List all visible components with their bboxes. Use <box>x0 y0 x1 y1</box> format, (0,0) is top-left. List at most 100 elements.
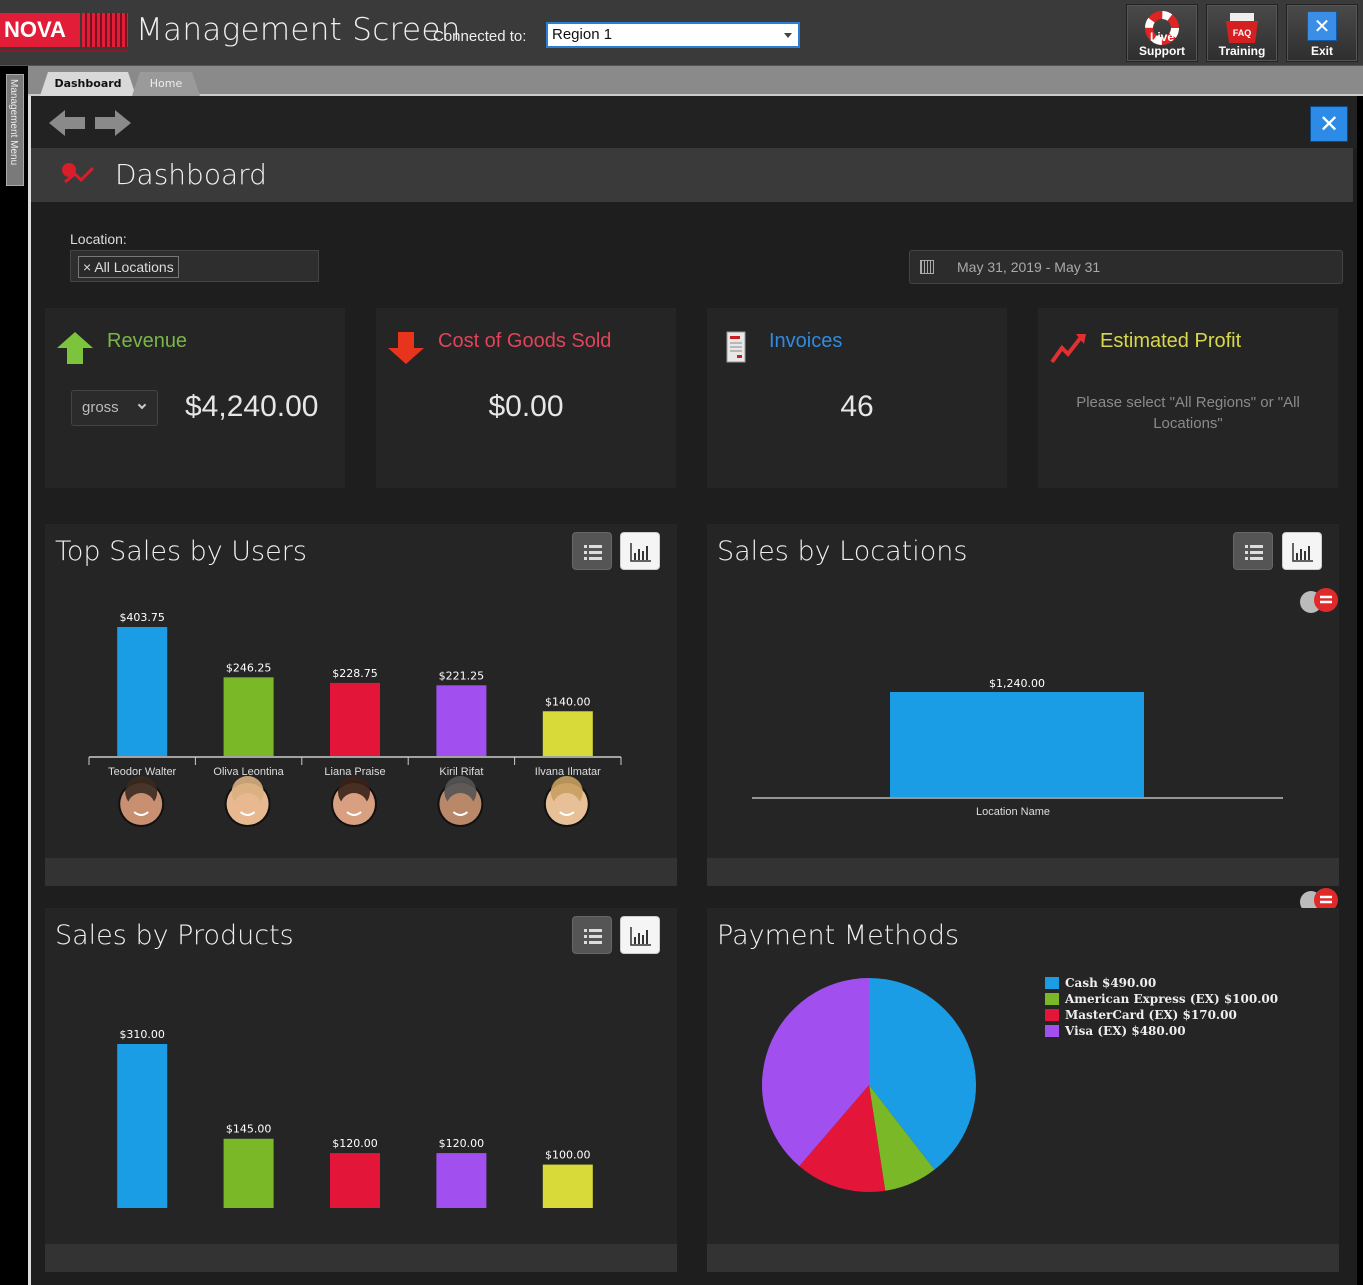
legend-label: MasterCard (EX) $170.00 <box>1065 1008 1237 1022</box>
data-label: $140.00 <box>545 695 591 708</box>
svg-text:FAQ: FAQ <box>1233 28 1252 38</box>
x-axis-label: Location Name <box>976 806 1050 818</box>
avatar <box>118 776 165 827</box>
close-dashboard-button[interactable]: ✕ <box>1310 106 1348 142</box>
avatar <box>543 776 590 827</box>
legend-swatch <box>1045 1009 1059 1021</box>
data-label: $403.75 <box>119 611 165 624</box>
tab-strip: Dashboard Home <box>28 66 1363 96</box>
title-bar: Dashboard <box>31 148 1353 202</box>
data-label: $120.00 <box>332 1137 378 1150</box>
payment-methods-pie-chart: Cash $490.00 American Express (EX) $100.0… <box>762 976 1278 1192</box>
kpi-invoices: Invoices 46 <box>707 308 1007 488</box>
legend-label: Cash $490.00 <box>1065 976 1156 990</box>
kpi-value: 46 <box>840 390 874 423</box>
training-button[interactable]: FAQ Training <box>1206 4 1278 62</box>
avatar-skin <box>552 793 581 821</box>
forward-arrow-icon[interactable] <box>93 108 133 138</box>
list-view-button[interactable] <box>572 532 612 570</box>
revenue-type-select[interactable]: gross <box>71 390 158 426</box>
panel-footer <box>45 858 677 886</box>
avatar-skin <box>233 793 262 821</box>
bar <box>117 1044 168 1208</box>
management-menu-label: Management Menu <box>8 79 19 166</box>
avatar-skin <box>127 793 156 821</box>
page-title: Dashboard <box>115 158 267 191</box>
nav-bar: ✕ <box>31 96 1357 148</box>
live-support-button[interactable]: Live Support <box>1126 4 1198 62</box>
chart-view-button[interactable] <box>620 532 660 570</box>
bar <box>436 685 487 756</box>
avatar <box>224 776 271 827</box>
invoice-icon <box>726 331 746 363</box>
tab-home[interactable]: Home <box>132 72 200 96</box>
bar <box>223 677 274 756</box>
data-label: $221.25 <box>439 669 485 682</box>
app-title: Management Screen <box>136 12 461 48</box>
back-arrow-icon[interactable] <box>47 108 87 138</box>
data-label: $228.75 <box>332 667 378 680</box>
revenue-type-value: gross <box>82 399 119 416</box>
training-label: Training <box>1218 44 1266 58</box>
logo-tagline <box>0 49 128 52</box>
date-range-picker[interactable]: May 31, 2019 - May 31 <box>909 250 1343 284</box>
bar <box>330 682 380 756</box>
location-chip[interactable]: × All Locations <box>78 256 179 278</box>
faq-folder-icon: FAQ <box>1226 13 1258 43</box>
data-label: $310.00 <box>119 1028 165 1041</box>
nova-logo: NOVA <box>0 13 130 53</box>
live-support-label: Live Support <box>1139 30 1185 58</box>
kpi-value: $0.00 <box>488 390 564 423</box>
list-icon <box>584 545 602 560</box>
bar-chart-icon <box>630 543 651 562</box>
legend-label: American Express (EX) $100.00 <box>1064 992 1278 1006</box>
exit-button[interactable]: ✕ Exit <box>1286 4 1358 62</box>
kpi-cogs: Cost of Goods Sold $0.00 <box>376 308 676 488</box>
panel-title: Payment Methods <box>717 920 960 951</box>
bar-chart-icon <box>1292 543 1313 562</box>
products-bar-chart: $310.00Product Name 1$145.00Product Name… <box>117 1028 593 1208</box>
panel-title: Top Sales by Users <box>55 536 307 567</box>
kpi-revenue: Revenue gross $4,240.00 <box>45 308 345 488</box>
legend-label: Visa (EX) $480.00 <box>1064 1024 1186 1038</box>
panel-footer <box>707 858 1339 886</box>
panel-sales-by-products: Sales by Products $310.00Product Name 1$… <box>45 908 677 1272</box>
location-filter-input[interactable]: × All Locations <box>70 250 319 282</box>
avatar <box>331 776 377 827</box>
kpi-estimated-profit: Estimated Profit Please select "All Regi… <box>1038 308 1338 488</box>
kpi-title: Invoices <box>769 330 843 352</box>
data-label: $120.00 <box>439 1137 485 1150</box>
legend-swatch <box>1045 977 1059 989</box>
data-label: $145.00 <box>226 1123 272 1136</box>
chart-view-button[interactable] <box>1282 532 1322 570</box>
region-select[interactable]: Region 1 <box>546 22 800 48</box>
tab-dashboard[interactable]: Dashboard <box>40 72 136 96</box>
panel-top-sales-by-users: Top Sales by Users $403.75 Teodor Walter $… <box>45 524 677 886</box>
bar <box>542 711 593 756</box>
top-bar: NOVA Management Screen Connected to: Reg… <box>0 0 1363 66</box>
dropdown-caret-icon <box>784 33 792 38</box>
avatar-skin <box>446 793 475 821</box>
data-label: $246.25 <box>226 661 272 674</box>
connected-label: Connected to: <box>433 28 527 45</box>
region-value: Region 1 <box>552 26 613 43</box>
avatar-skin <box>340 793 368 821</box>
bar <box>542 1164 593 1208</box>
location-chip-label: All Locations <box>94 259 174 275</box>
kpi-title: Estimated Profit <box>1100 330 1242 352</box>
up-arrow-icon <box>57 332 93 364</box>
panel-payment-methods: Payment Methods Cash $490.00 American Exp… <box>707 908 1339 1272</box>
panel-footer <box>707 1244 1339 1272</box>
exit-label: Exit <box>1310 44 1333 58</box>
chevron-down-icon <box>137 400 147 410</box>
bar <box>890 692 1144 797</box>
management-menu-toggle[interactable]: Management Menu <box>6 74 24 186</box>
kpi-value: $4,240.00 <box>185 390 319 423</box>
list-view-button[interactable] <box>1233 532 1273 570</box>
legend-swatch <box>1045 993 1059 1005</box>
chat-bubbles-icon[interactable] <box>1297 586 1341 618</box>
bar <box>117 627 168 756</box>
remove-chip-icon[interactable]: × <box>83 259 91 275</box>
date-range-value: May 31, 2019 - May 31 <box>957 259 1101 275</box>
data-label: $1,240.00 <box>989 677 1045 690</box>
